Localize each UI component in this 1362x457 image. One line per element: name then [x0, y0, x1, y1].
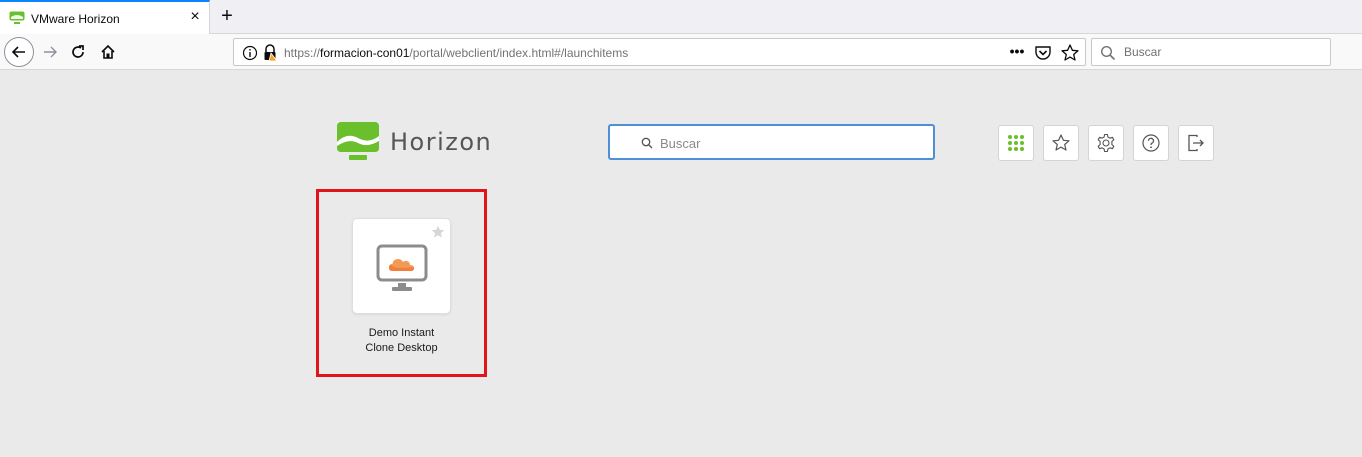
tab-vmware-horizon[interactable]: VMware Horizon ×	[0, 0, 210, 34]
url-path: /portal/webclient/index.html#/launchitem…	[409, 46, 629, 60]
horizon-logo-icon	[337, 122, 379, 160]
url-text[interactable]: https://formacion-con01/portal/webclient…	[284, 46, 628, 60]
home-icon	[101, 44, 115, 59]
reload-icon	[72, 45, 84, 58]
settings-gear-icon	[1097, 133, 1115, 153]
tab-strip: VMware Horizon × +	[0, 0, 1362, 34]
tab-title: VMware Horizon	[31, 12, 120, 26]
favorite-star-icon[interactable]	[431, 225, 445, 239]
favorites-button[interactable]	[1043, 125, 1079, 161]
bookmark-star-icon[interactable]	[1060, 43, 1080, 63]
close-tab-icon[interactable]: ×	[186, 8, 204, 26]
logout-icon	[1188, 134, 1204, 152]
app-name-label[interactable]: Demo Instant Clone Desktop	[330, 326, 473, 356]
help-button[interactable]	[1133, 125, 1169, 161]
url-host: formacion-con01	[320, 46, 410, 60]
address-bar[interactable]: https://formacion-con01/portal/webclient…	[233, 38, 1086, 66]
back-icon	[11, 46, 25, 58]
help-icon	[1142, 134, 1160, 152]
desktop-cloud-icon	[376, 244, 428, 291]
logout-button[interactable]	[1178, 125, 1214, 161]
apps-grid-icon	[1008, 135, 1024, 151]
back-button[interactable]	[4, 37, 34, 67]
search-icon	[641, 137, 653, 149]
info-icon[interactable]	[242, 45, 258, 61]
reload-button[interactable]	[64, 38, 92, 66]
app-tile-demo-instant-clone-desktop[interactable]	[352, 218, 451, 314]
search-icon	[1100, 45, 1116, 61]
browser-search-input[interactable]	[1124, 42, 1324, 62]
horizon-favicon-icon	[9, 11, 25, 24]
portal-search-input[interactable]	[660, 133, 920, 153]
insecure-lock-icon[interactable]	[262, 44, 278, 62]
navigation-toolbar: https://formacion-con01/portal/webclient…	[0, 34, 1362, 70]
favorites-star-icon	[1052, 134, 1070, 151]
app-name-line1: Demo Instant	[368, 327, 435, 339]
app-name-line2: Clone Desktop	[365, 342, 438, 354]
forward-button[interactable]	[36, 38, 64, 66]
horizon-logo: Horizon	[337, 122, 497, 162]
horizon-logo-text: Horizon	[390, 128, 493, 156]
apps-button[interactable]	[998, 125, 1034, 161]
home-button[interactable]	[94, 38, 122, 66]
forward-icon	[44, 46, 57, 58]
browser-search-box[interactable]	[1091, 38, 1331, 66]
url-scheme: https://	[284, 46, 321, 60]
settings-button[interactable]	[1088, 125, 1124, 161]
page-actions-icon[interactable]: •••	[1006, 44, 1028, 62]
portal-search-box[interactable]	[608, 124, 935, 160]
new-tab-icon[interactable]: +	[216, 5, 238, 27]
pocket-icon[interactable]	[1034, 44, 1052, 62]
